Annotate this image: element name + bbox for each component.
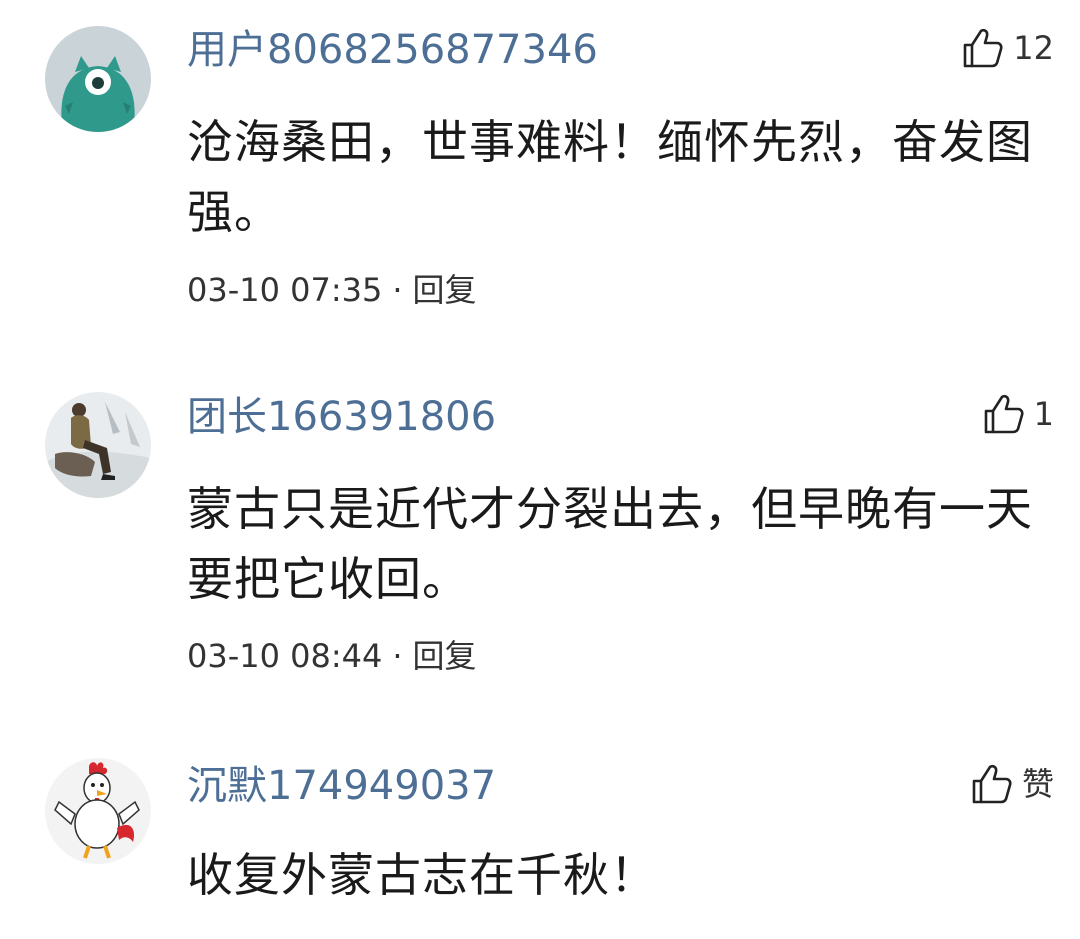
avatar[interactable]: [45, 758, 151, 864]
comment-item: 沉默174949037 赞 收复外蒙古志在千秋！: [0, 0, 1080, 939]
username[interactable]: 沉默174949037: [187, 762, 496, 810]
like-label: 赞: [1021, 765, 1054, 803]
thumbs-up-icon: [972, 764, 1012, 804]
cartoon-rooster-icon: [45, 758, 151, 864]
comment-text: 收复外蒙古志在千秋！: [187, 848, 657, 902]
like-button[interactable]: 赞: [970, 760, 1054, 808]
